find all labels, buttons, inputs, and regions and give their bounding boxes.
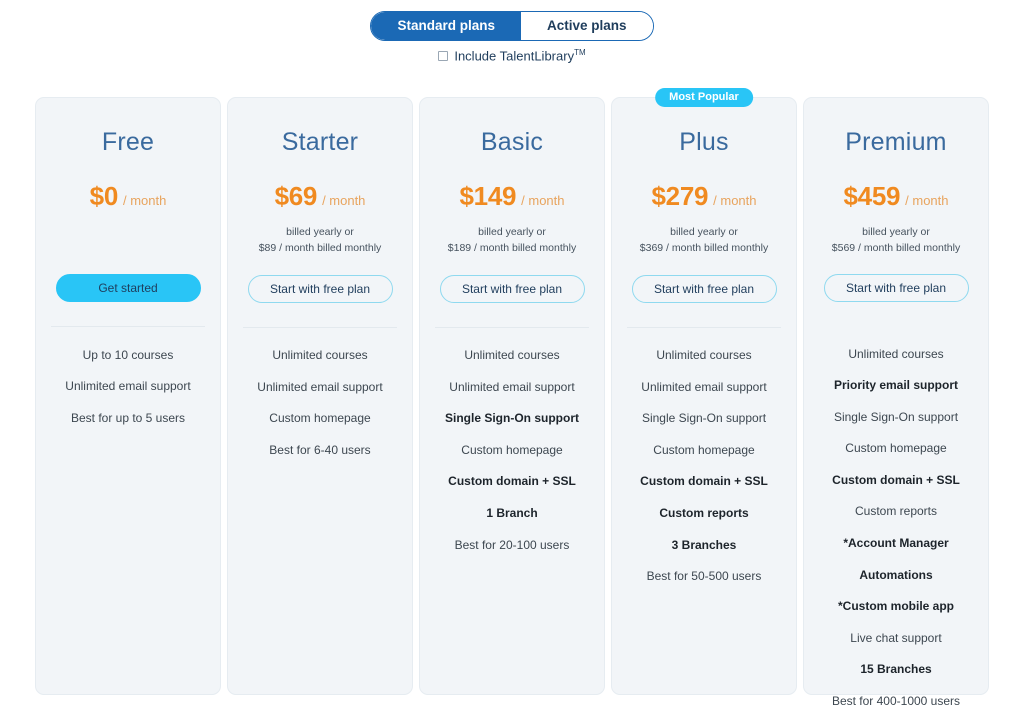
plan-period: / month (713, 193, 757, 208)
billing-line-2: $89 / month billed monthly (258, 242, 382, 255)
feature-item: Custom domain + SSL (832, 472, 960, 487)
feature-item: Custom domain + SSL (448, 474, 576, 489)
plan-price: $69 (274, 181, 318, 211)
feature-item: 1 Branch (486, 506, 538, 521)
most-popular-badge: Most Popular (655, 88, 753, 108)
feature-item: Up to 10 courses (82, 347, 174, 362)
plan-price-row: $149 / month (460, 181, 565, 212)
feature-item: Best for 20-100 users (454, 537, 570, 552)
plan-price-row: $459 / month (844, 181, 949, 212)
billing-line-1: billed yearly or (670, 226, 738, 238)
toggle-group: Standard plans Active plans (370, 11, 654, 41)
plan-cta-button[interactable]: Start with free plan (247, 274, 393, 303)
feature-item: Custom reports (854, 504, 938, 519)
billing-line-2: $369 / month billed monthly (639, 242, 769, 255)
feature-item: Unlimited email support (449, 379, 575, 394)
plan-title: Basic (480, 128, 544, 156)
plan-cta-button[interactable]: Get started (55, 274, 201, 302)
plan-price-row: $69 / month (275, 181, 366, 212)
feature-item: Unlimited courses (848, 346, 944, 361)
billing-line-1: billed yearly or (286, 226, 354, 238)
talent-library-label[interactable]: Include TalentLibraryTM (454, 48, 585, 63)
card-divider (434, 326, 590, 328)
billing-line-1: billed yearly or (478, 226, 546, 238)
feature-item: Custom homepage (845, 441, 947, 456)
feature-item: Unlimited courses (656, 348, 752, 363)
feature-item: Custom domain + SSL (640, 474, 768, 489)
plan-card-free: Free $0 / month Get started Up to 10 cou… (35, 97, 221, 695)
plan-period: / month (521, 193, 565, 208)
feature-item: 15 Branches (860, 662, 932, 677)
feature-item: Unlimited email support (257, 379, 383, 394)
tab-standard-plans[interactable]: Standard plans (371, 12, 521, 40)
feature-item: Automations (859, 567, 933, 582)
plan-cta-button[interactable]: Start with free plan (631, 274, 777, 303)
plan-price-row: $0 / month (90, 181, 167, 212)
feature-item: Custom reports (659, 506, 749, 521)
plan-title: Premium (845, 128, 947, 156)
feature-item: Best for 6-40 users (269, 442, 371, 457)
plan-title: Plus (679, 128, 729, 156)
talent-library-row: Include TalentLibraryTM (0, 48, 1024, 63)
feature-item: *Custom mobile app (837, 599, 954, 614)
feature-list: Unlimited courses Unlimited email suppor… (228, 340, 412, 466)
plan-title: Starter (281, 128, 359, 156)
feature-list: Unlimited courses Priority email support… (804, 338, 988, 708)
feature-item: Live chat support (850, 630, 942, 645)
feature-item: Single Sign-On support (833, 409, 959, 424)
card-divider (242, 326, 398, 328)
plan-period: / month (905, 193, 949, 208)
plan-billing-note: billed yearly or $89 / month billed mont… (259, 224, 382, 257)
plan-price: $149 (459, 181, 517, 211)
plan-card-starter: Starter $69 / month billed yearly or $89… (227, 97, 413, 695)
plan-billing-note: billed yearly or $569 / month billed mon… (832, 224, 960, 256)
feature-item: Unlimited email support (65, 379, 191, 394)
feature-item: Single Sign-On support (641, 411, 767, 426)
feature-item: Priority email support (833, 378, 959, 393)
plan-cta-button[interactable]: Start with free plan (823, 274, 969, 302)
feature-list: Unlimited courses Unlimited email suppor… (420, 340, 604, 561)
pricing-page: Standard plans Active plans Include Tale… (0, 0, 1024, 708)
feature-item: Best for up to 5 users (70, 410, 186, 425)
feature-item: Custom homepage (461, 442, 563, 457)
feature-list: Unlimited courses Unlimited email suppor… (612, 340, 796, 593)
trademark-symbol: TM (574, 48, 586, 57)
billing-line-1: billed yearly or (862, 226, 930, 238)
plan-title: Free (101, 128, 155, 156)
plan-price: $459 (843, 181, 901, 211)
plan-type-toggle: Standard plans Active plans (0, 11, 1024, 41)
plan-period: / month (322, 193, 366, 208)
feature-list: Up to 10 courses Unlimited email support… (36, 339, 220, 434)
plan-card-premium: Premium $459 / month billed yearly or $5… (803, 97, 989, 708)
plan-period: / month (122, 193, 167, 208)
tab-active-plans[interactable]: Active plans (521, 12, 653, 40)
plan-billing-note: billed yearly or $369 / month billed mon… (640, 224, 768, 257)
plan-card-plus: Most Popular Plus $279 / month billed ye… (611, 88, 797, 695)
feature-item: 3 Branches (671, 537, 737, 552)
feature-item: Best for 400-1000 users (831, 693, 961, 708)
card-divider (50, 326, 206, 327)
billing-line-2: $569 / month billed monthly (831, 242, 961, 255)
plan-cards: Free $0 / month Get started Up to 10 cou… (35, 88, 989, 708)
feature-item: Unlimited courses (272, 348, 368, 363)
plan-price: $279 (651, 181, 709, 211)
feature-item: *Account Manager (843, 536, 949, 551)
feature-item: Custom homepage (653, 442, 755, 457)
plan-price-row: $279 / month (652, 181, 757, 212)
talent-library-text: Include TalentLibrary (454, 48, 575, 64)
billing-line-2: $189 / month billed monthly (447, 242, 577, 255)
feature-item: Custom homepage (269, 411, 371, 426)
feature-item: Unlimited email support (641, 379, 767, 394)
feature-item: Unlimited courses (464, 348, 560, 363)
checkbox-unchecked-icon[interactable] (438, 50, 449, 61)
feature-item: Single Sign-On support (445, 411, 579, 426)
plan-billing-note: billed yearly or $189 / month billed mon… (448, 224, 576, 257)
plan-cta-button[interactable]: Start with free plan (439, 274, 585, 303)
plan-card-basic: Basic $149 / month billed yearly or $189… (419, 97, 605, 695)
card-divider (626, 326, 782, 328)
plan-price: $0 (89, 181, 119, 211)
feature-item: Best for 50-500 users (646, 569, 762, 584)
